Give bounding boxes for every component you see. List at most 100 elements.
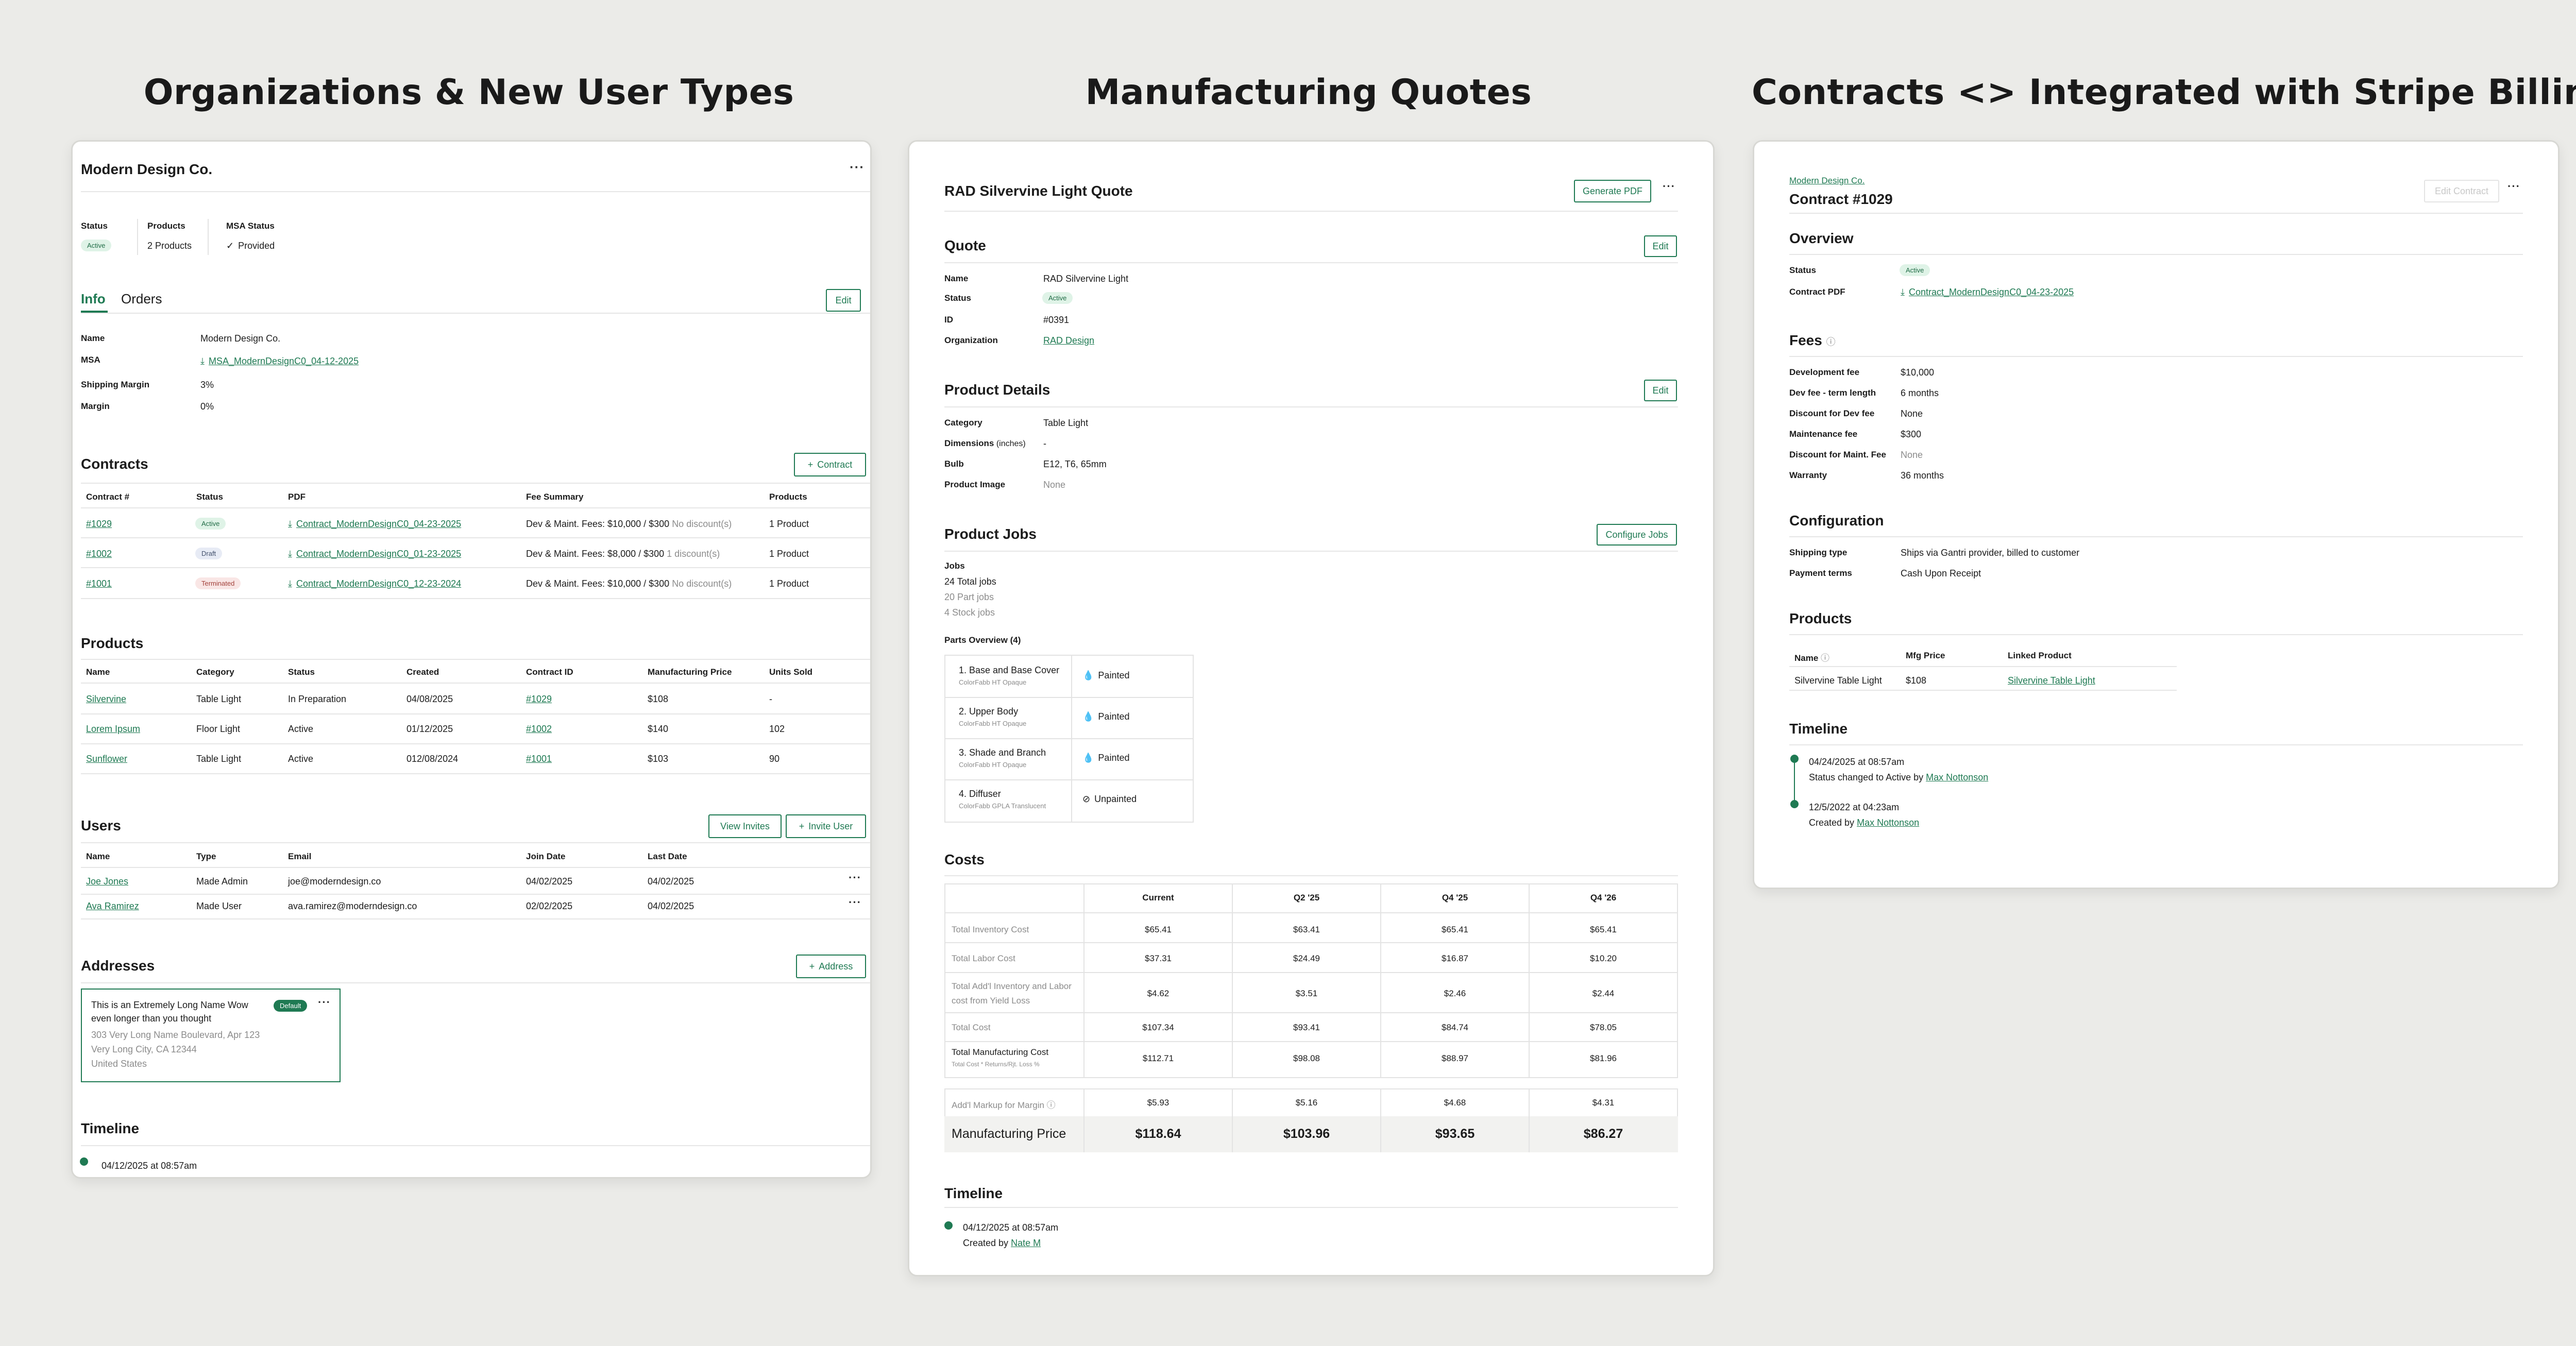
part-name: 4. Diffuser — [959, 789, 1001, 799]
part-material: ColorFabb HT Opaque — [959, 761, 1027, 769]
product-units: 102 — [769, 724, 785, 734]
info-icon: ⓘ — [1046, 1100, 1056, 1110]
product-price: $108 — [648, 694, 669, 704]
col-user-name: Name — [86, 851, 110, 861]
dims-unit: (inches) — [996, 439, 1026, 448]
generate-pdf-button[interactable]: Generate PDF — [1574, 180, 1651, 202]
tab-orders[interactable]: Orders — [121, 291, 162, 307]
contract-pdf-link[interactable]: ⤓ Contract_ModernDesignC0_01-23-2025 — [288, 549, 461, 559]
product-created: 04/08/2025 — [406, 694, 453, 704]
quote-org-link[interactable]: RAD Design — [1043, 335, 1094, 346]
quote-title: RAD Silvervine Light Quote — [944, 183, 1133, 199]
tab-info[interactable]: Info — [81, 291, 106, 307]
timeline-action: Status changed to Active by — [1809, 772, 1924, 782]
part-finish: 💧 Painted — [1082, 670, 1129, 681]
finish-text: Painted — [1098, 711, 1130, 722]
part-row[interactable]: 4. Diffuser ColorFabb GPLA Translucent ⊘… — [945, 779, 1193, 822]
contract-pdf-link[interactable]: ⤓ Contract_ModernDesignC0_04-23-2025 — [1901, 287, 2074, 298]
part-row[interactable]: 1. Base and Base Cover ColorFabb HT Opaq… — [945, 656, 1193, 698]
timeline-text: Created by Max Nottonson — [1809, 817, 1919, 828]
cost-value: $98.08 — [1293, 1053, 1320, 1063]
view-invites-button[interactable]: View Invites — [708, 814, 782, 838]
bulb-value: E12, T6, 65mm — [1043, 459, 1107, 469]
cost-row-label: Total Add'l Inventory and Labor cost fro… — [952, 981, 1072, 1006]
product-jobs-title: Product Jobs — [944, 526, 1037, 542]
col-created: Created — [406, 667, 439, 677]
part-row[interactable]: 3. Shade and Branch ColorFabb HT Opaque … — [945, 738, 1193, 780]
contract-id-link[interactable]: #1001 — [86, 578, 112, 589]
pdf-name: Contract_ModernDesignC0_12-23-2024 — [296, 578, 462, 589]
product-name-link[interactable]: Silvervine — [86, 694, 126, 705]
row-more-icon[interactable]: ··· — [849, 871, 861, 884]
invite-user-button[interactable]: + Invite User — [786, 814, 866, 838]
fee-summary: Dev & Maint. Fees: $8,000 / $300 1 disco… — [526, 549, 720, 559]
col-contract-id: Contract ID — [526, 667, 573, 677]
col-linked-product: Linked Product — [2008, 651, 2072, 660]
contract-timeline-title: Timeline — [1789, 721, 1848, 737]
timeline-date: 12/5/2022 at 04:23am — [1809, 802, 1900, 812]
quote-name-value: RAD Silvervine Light — [1043, 274, 1129, 284]
cost-value: $37.31 — [1145, 953, 1172, 963]
timeline-text: Status changed to Active by Max Nottonso… — [1809, 772, 1988, 783]
col-products: Products — [769, 492, 807, 502]
contract-id-link[interactable]: #1002 — [86, 549, 112, 559]
payment-terms-value: Cash Upon Receipt — [1901, 568, 1981, 578]
cost-value: $65.41 — [1145, 925, 1172, 934]
markup-label-text: Add'l Markup for Margin — [952, 1100, 1044, 1110]
cost-value: $65.41 — [1590, 925, 1617, 934]
user-link[interactable]: Max Nottonson — [1926, 772, 1988, 782]
jobs-stock: 4 Stock jobs — [944, 607, 995, 618]
status-badge: Active — [195, 518, 226, 530]
contract-pdf-link[interactable]: ⤓ Contract_ModernDesignC0_04-23-2025 — [288, 519, 461, 530]
contract-pdf-link[interactable]: ⤓ Contract_ModernDesignC0_12-23-2024 — [288, 578, 461, 589]
product-contract-link[interactable]: #1029 — [526, 694, 552, 705]
user-name-link[interactable]: Ava Ramirez — [86, 901, 139, 912]
cost-value: $4.62 — [1147, 989, 1170, 998]
user-link[interactable]: Max Nottonson — [1857, 817, 1919, 828]
linked-product-link[interactable]: Silvervine Table Light — [2008, 675, 2095, 686]
fee-label: Development fee — [1789, 367, 1860, 377]
product-name-link[interactable]: Lorem Ipsum — [86, 724, 140, 735]
contract-more-icon[interactable]: ··· — [2507, 180, 2520, 193]
heading-organizations: Organizations & New User Types — [143, 72, 794, 113]
overview-pdf-label: Contract PDF — [1789, 287, 1845, 297]
quote-id-value: #0391 — [1043, 315, 1070, 325]
product-created: 012/08/2024 — [406, 754, 459, 764]
download-icon: ⤓ — [288, 549, 292, 559]
finish-text: Painted — [1098, 670, 1130, 680]
address-card[interactable]: This is an Extremely Long Name Wow even … — [81, 989, 341, 1082]
user-link[interactable]: Nate M — [1011, 1238, 1041, 1248]
overview-status-label: Status — [1789, 265, 1816, 275]
product-contract-link[interactable]: #1001 — [526, 754, 552, 764]
timeline-dot-icon — [1790, 755, 1799, 763]
product-name-link[interactable]: Sunflower — [86, 754, 127, 764]
org-more-icon[interactable]: ··· — [850, 159, 865, 175]
add-address-button[interactable]: + Address — [796, 955, 866, 978]
msa-file-link[interactable]: ⤓ MSA_ModernDesignC0_04-12-2025 — [200, 356, 359, 367]
drop-icon: 💧 — [1082, 753, 1094, 763]
user-name-link[interactable]: Joe Jones — [86, 876, 128, 887]
breadcrumb[interactable]: Modern Design Co. — [1789, 176, 1865, 186]
address-more-icon[interactable]: ··· — [318, 996, 331, 1009]
col-pdf: PDF — [288, 492, 306, 502]
configure-jobs-button[interactable]: Configure Jobs — [1597, 524, 1677, 546]
edit-info-button[interactable]: Edit — [826, 289, 861, 312]
edit-quote-button[interactable]: Edit — [1644, 235, 1677, 257]
part-row[interactable]: 2. Upper Body ColorFabb HT Opaque 💧 Paint… — [945, 697, 1193, 739]
quote-panel: RAD Silvervine Light Quote Generate PDF … — [908, 140, 1715, 1276]
product-contract-link[interactable]: #1002 — [526, 724, 552, 735]
edit-details-button[interactable]: Edit — [1644, 380, 1677, 401]
cost-value: $84.74 — [1442, 1023, 1468, 1032]
contract-id-link[interactable]: #1029 — [86, 519, 112, 530]
timeline-dot-icon — [944, 1221, 953, 1230]
add-contract-button[interactable]: + Contract — [794, 453, 866, 476]
col-manufacturing-price: Manufacturing Price — [648, 667, 732, 677]
markup-value: $4.68 — [1444, 1098, 1466, 1108]
row-more-icon[interactable]: ··· — [849, 896, 861, 909]
edit-contract-button[interactable]: Edit Contract — [2424, 180, 2499, 202]
cost-col-q4-25: Q4 '25 — [1442, 893, 1468, 902]
msa-file-name: MSA_ModernDesignC0_04-12-2025 — [208, 356, 359, 366]
dimensions-label: Dimensions (inches) — [944, 438, 1026, 449]
quote-more-icon[interactable]: ··· — [1663, 180, 1675, 193]
users-title: Users — [81, 817, 121, 833]
